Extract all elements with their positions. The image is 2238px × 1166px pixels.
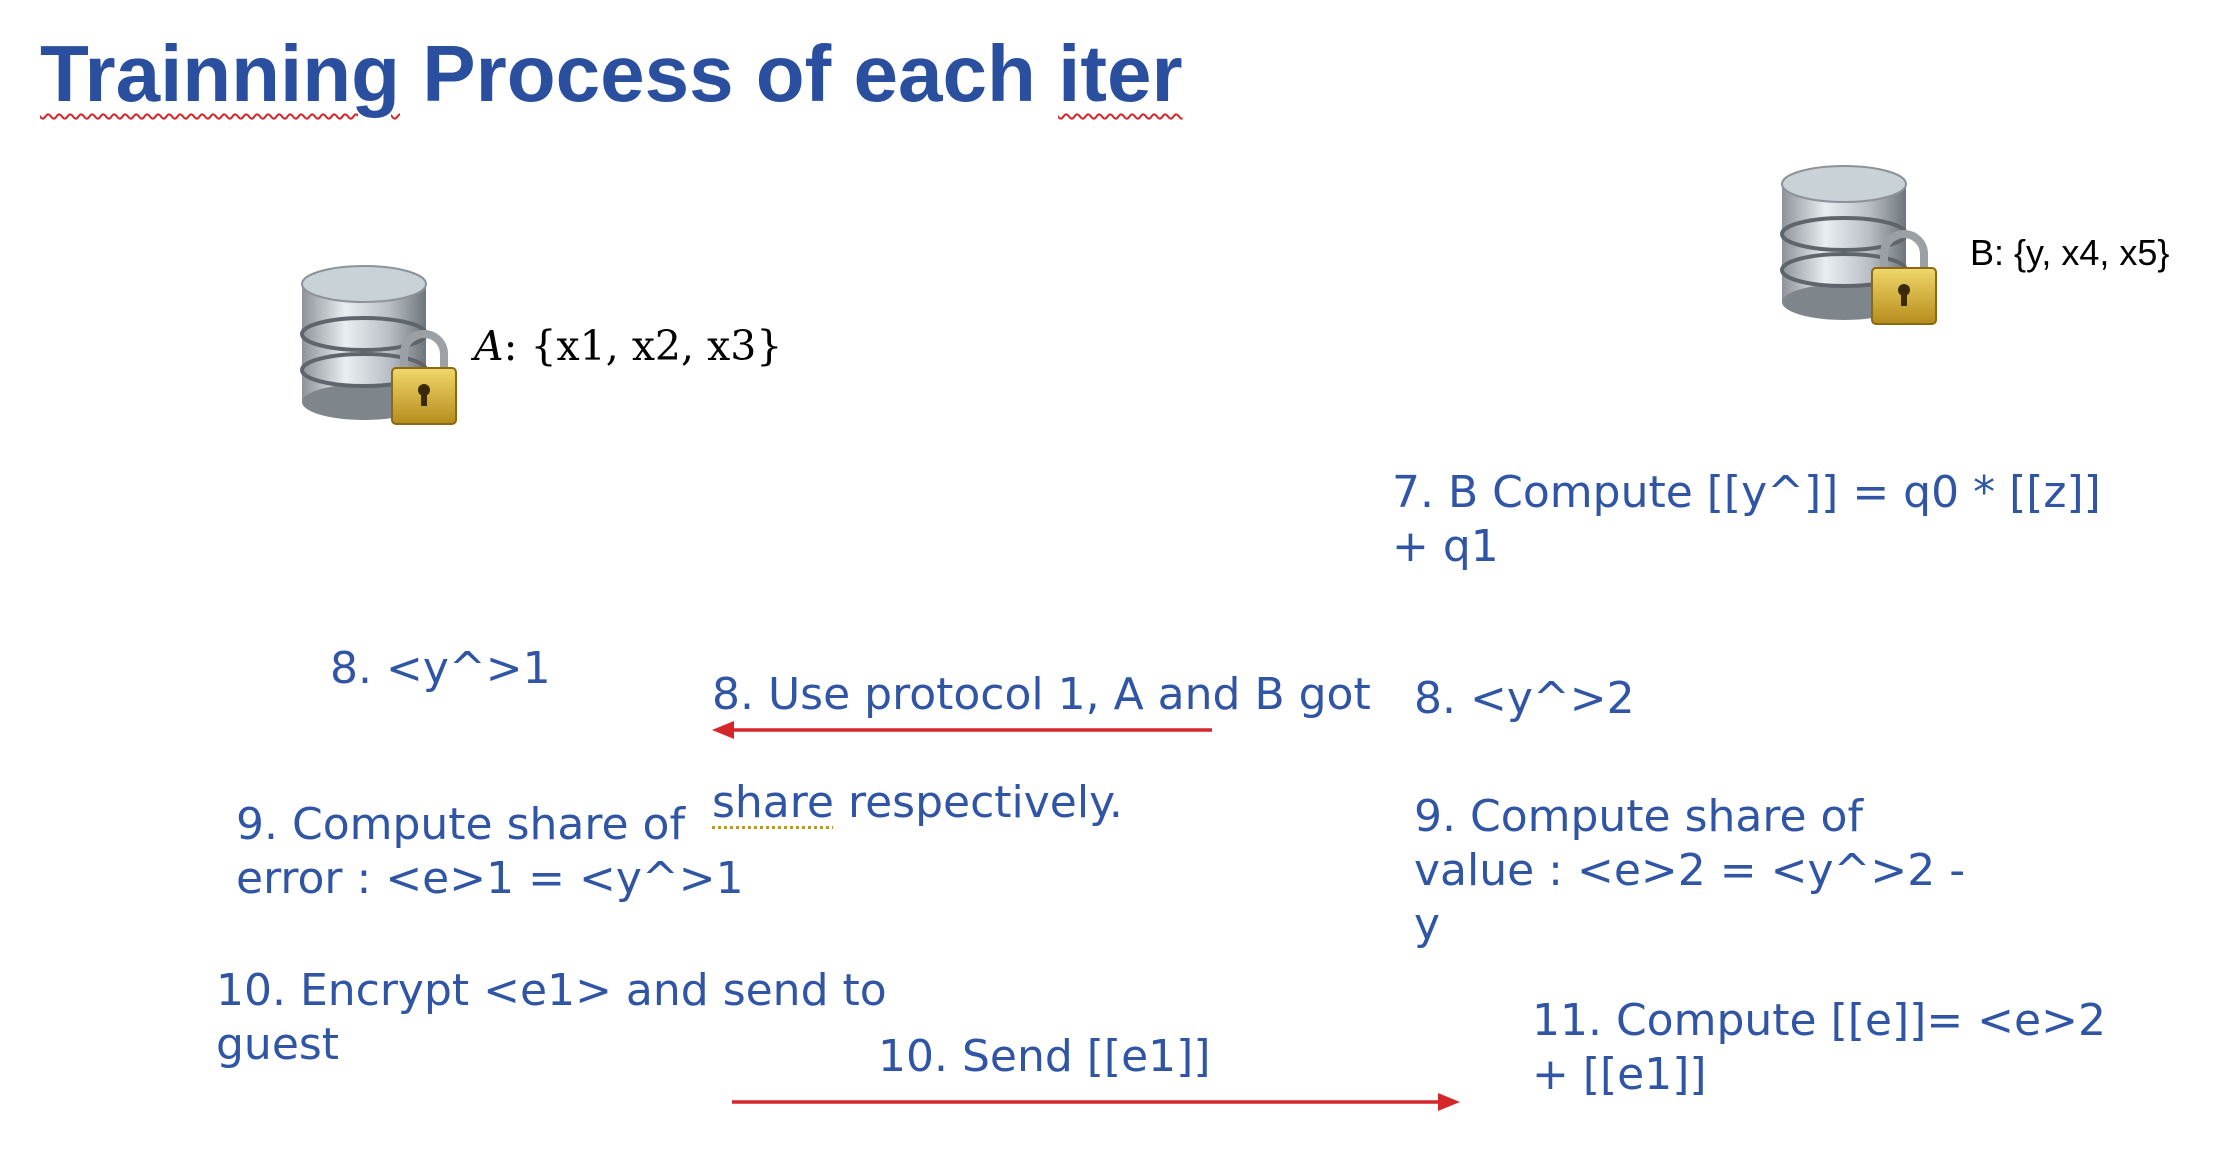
arrow-layer [712,721,1460,1111]
arrow-b-to-a [712,721,1212,739]
arrow-a-to-b [732,1093,1460,1111]
